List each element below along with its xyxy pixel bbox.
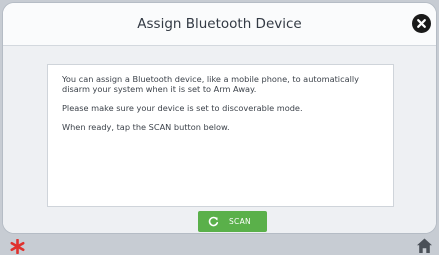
instruction-paragraph-2: Please make sure your device is set to d… [62, 103, 303, 113]
close-icon [417, 19, 426, 28]
refresh-icon [208, 216, 219, 227]
dialog-body: You can assign a Bluetooth device, like … [3, 46, 436, 233]
close-button[interactable] [412, 14, 431, 33]
assign-bluetooth-dialog: Assign Bluetooth Device You can assign a… [2, 2, 437, 234]
scan-button[interactable]: SCAN [198, 211, 267, 232]
instructions-box: You can assign a Bluetooth device, like … [47, 64, 394, 207]
instruction-paragraph-1: You can assign a Bluetooth device, like … [62, 74, 359, 94]
asterisk-icon[interactable] [10, 239, 25, 254]
dialog-header: Assign Bluetooth Device [3, 3, 436, 46]
instruction-paragraph-3: When ready, tap the SCAN button below. [62, 122, 230, 132]
home-icon[interactable] [416, 237, 433, 254]
bottom-bar [0, 234, 439, 255]
scan-button-label: SCAN [229, 217, 251, 226]
dialog-title: Assign Bluetooth Device [137, 16, 302, 32]
